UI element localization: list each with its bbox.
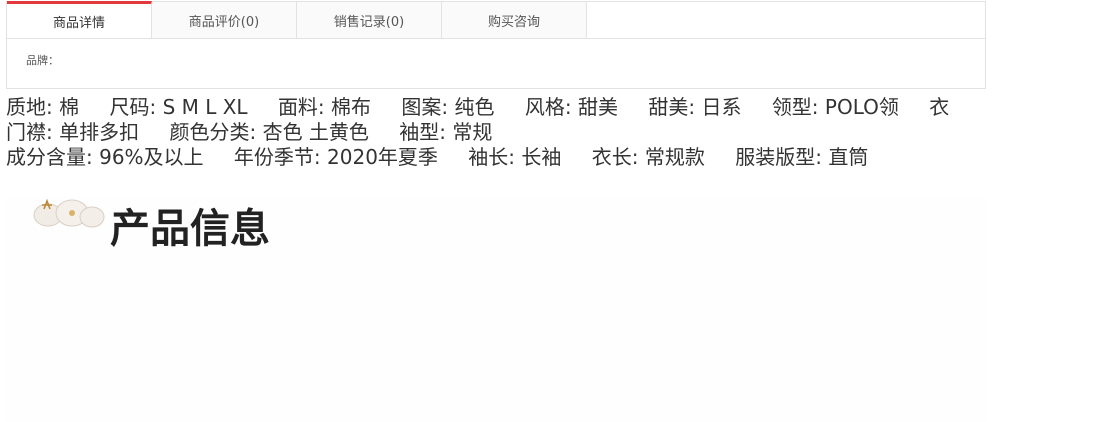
brand-label: 品牌：: [26, 54, 59, 67]
tab-product-details[interactable]: 商品详情: [7, 1, 152, 38]
attribute-item: 质地: 棉: [6, 95, 80, 119]
attribute-item: 年份季节: 2020年夏季: [233, 145, 438, 169]
product-attributes: 质地: 棉 尺码: S M L XL 面料: 棉布 图案: 纯色 风格: 甜美 …: [6, 95, 956, 170]
attribute-item: 图案: 纯色: [401, 95, 495, 119]
attribute-item: 领型: POLO领: [771, 95, 899, 119]
attribute-item: 衣长: 常规款: [591, 145, 705, 169]
attribute-item: 袖型: 常规: [399, 120, 493, 144]
attribute-item: 成分含量: 96%及以上: [6, 145, 204, 169]
flower-icon: [33, 198, 105, 228]
detail-tabbar: 商品详情 商品评价(0) 销售记录(0) 购买咨询: [7, 1, 985, 39]
tab-product-reviews[interactable]: 商品评价(0): [152, 2, 297, 38]
attribute-item: 面料: 棉布: [277, 95, 372, 119]
tab-purchase-inquiry[interactable]: 购买咨询: [442, 2, 587, 38]
attribute-item: 尺码: S M L XL: [109, 95, 248, 119]
attribute-item: 甜美: 日系: [648, 95, 742, 119]
tab-sales-records[interactable]: 销售记录(0): [297, 2, 442, 38]
attribute-item: 风格: 甜美: [524, 95, 618, 119]
attribute-item: 袖长: 长袖: [468, 145, 562, 169]
attribute-item: 颜色分类: 杏色 土黄色: [169, 120, 369, 144]
product-detail-panel: 商品详情 商品评价(0) 销售记录(0) 购买咨询 品牌：: [6, 1, 986, 89]
attribute-item: 服装版型: 直筒: [735, 145, 869, 169]
section-heading: 产品信息: [110, 205, 270, 252]
